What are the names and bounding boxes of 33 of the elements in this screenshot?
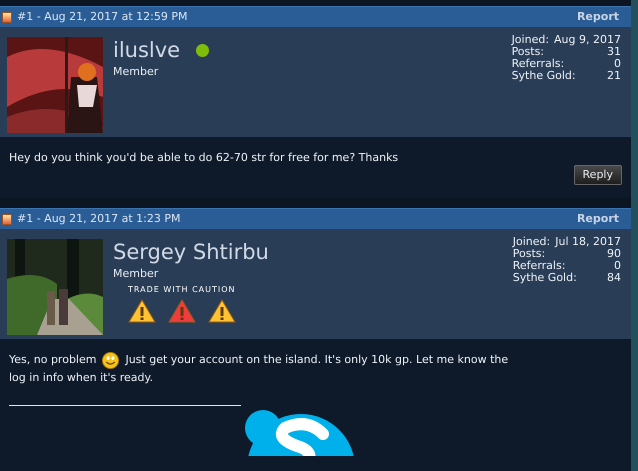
- post-icon: [2, 12, 12, 22]
- stat-value: Aug 9, 2017: [554, 34, 621, 46]
- username: iluslve: [113, 37, 180, 63]
- stat-label: Sythe Gold:: [512, 70, 576, 82]
- message-text: Just get your account on the island. It's only 10k gp. Let me know the: [125, 352, 508, 368]
- reply-button[interactable]: Reply: [574, 165, 622, 185]
- stat-value: 0: [614, 260, 621, 272]
- stat-label: Joined:: [512, 236, 550, 248]
- user-rank: Member: [113, 266, 160, 282]
- caution-label: TRADE WITH CAUTION: [128, 284, 236, 294]
- message-text: log in info when it's ready.: [9, 370, 153, 386]
- post-icon: [2, 214, 12, 224]
- stat-label: Posts:: [512, 248, 546, 260]
- report-link[interactable]: Report: [576, 210, 619, 228]
- stat-value: 31: [607, 46, 621, 58]
- stat-value: 0: [614, 58, 621, 70]
- message-text: Hey do you think you'd be able to do 62-70 str for free for me? Thanks: [9, 150, 398, 166]
- stat-value: 21: [607, 70, 621, 82]
- stat-label: Referrals:: [512, 260, 566, 272]
- stat-label: Referrals:: [512, 58, 564, 70]
- report-link[interactable]: Report: [576, 8, 619, 26]
- stat-value: 90: [607, 248, 621, 260]
- stat-value: 84: [607, 272, 621, 284]
- post-date: #1 - Aug 21, 2017 at 12:59 PM: [17, 8, 188, 25]
- user-rank: Member: [113, 64, 160, 80]
- stat-label: Joined:: [512, 34, 550, 46]
- smiley-icon: [102, 352, 120, 368]
- stat-label: Posts:: [512, 46, 544, 58]
- stat-value: Jul 18, 2017: [555, 236, 621, 248]
- stat-label: Sythe Gold:: [512, 272, 577, 284]
- username: Sergey Shtirbu: [113, 239, 269, 265]
- message-text: Yes, no problem: [9, 352, 96, 368]
- post-date: #1 - Aug 21, 2017 at 1:23 PM: [17, 210, 181, 227]
